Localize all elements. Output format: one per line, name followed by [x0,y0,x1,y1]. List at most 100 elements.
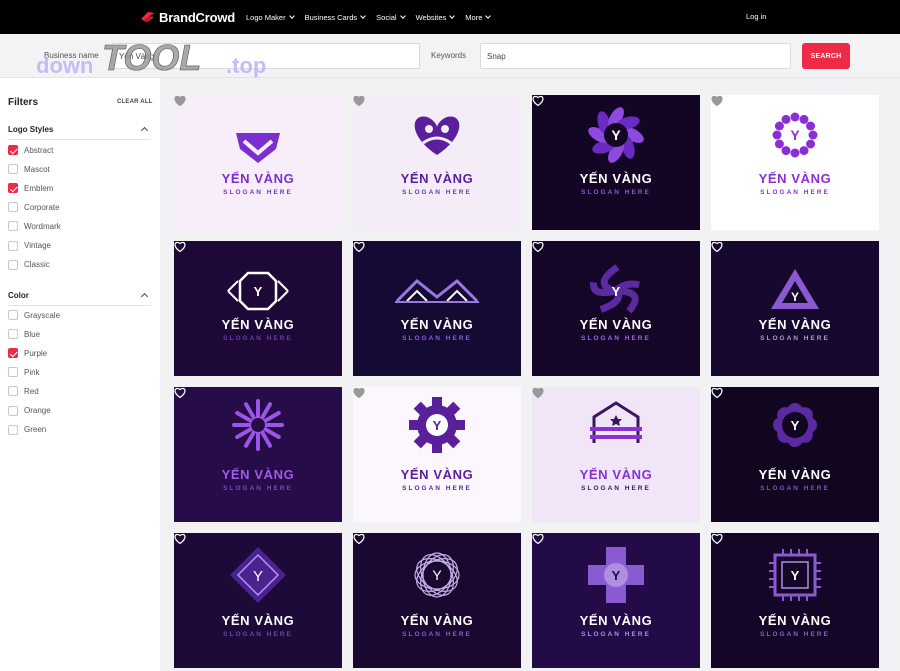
checkbox[interactable] [8,164,18,175]
favorite-heart-icon[interactable] [711,241,723,252]
logo-card[interactable]: YẾN VÀNG SLOGAN HERE [353,95,521,230]
logo-card[interactable]: Y YẾN VÀNG SLOGAN HERE [532,95,700,230]
checkbox[interactable] [8,310,18,320]
checkbox[interactable] [8,240,18,251]
logo-card[interactable]: Y YẾN VÀNG SLOGAN HERE [174,533,342,668]
chevron-up-icon[interactable] [140,126,149,135]
logo-card[interactable]: Y YẾN VÀNG SLOGAN HERE [711,533,879,668]
checkbox-checked[interactable] [8,183,18,194]
filter-option[interactable]: Vintage [8,240,51,252]
rooftops-icon [395,278,479,303]
logo-card[interactable]: YẾN VÀNG SLOGAN HERE [174,95,342,230]
filter-option[interactable]: Corporate [8,201,60,213]
logo-card[interactable]: Y YẾN VÀNG SLOGAN HERE [174,241,342,376]
checkbox[interactable] [8,202,18,213]
favorite-heart-icon[interactable] [532,533,544,544]
nav-social[interactable]: Social [376,13,406,22]
logo-card[interactable]: YẾN VÀNG SLOGAN HERE [532,387,700,522]
logo-card[interactable]: YẾN VÀNG SLOGAN HERE [353,241,521,376]
favorite-heart-icon[interactable] [532,241,544,252]
filter-option[interactable]: Classic [8,259,50,271]
logo-card[interactable]: Y YẾN VÀNG SLOGAN HERE [711,241,879,376]
logo-card[interactable]: Y YẾN VÀNG SLOGAN HERE [711,387,879,522]
login-link[interactable]: Log in [746,12,766,21]
chevron-down-icon [288,13,295,19]
brand-logo[interactable]: BrandCrowd [140,7,235,27]
flower-badge-icon: Y [773,403,817,447]
logo-brand-name: YẾN VÀNG [221,317,295,332]
favorite-heart-icon[interactable] [174,95,186,106]
filter-option[interactable]: Purple [8,347,47,359]
favorite-heart-icon[interactable] [353,241,365,252]
logo-brand-name: YẾN VÀNG [400,317,474,332]
favorite-heart-icon[interactable] [711,95,723,106]
svg-text:Y: Y [254,284,263,299]
favorite-heart-icon[interactable] [711,387,723,398]
logo-card[interactable]: Y YẾN VÀNG SLOGAN HERE [532,241,700,376]
filter-option-label: Red [24,386,39,396]
filter-option[interactable]: Emblem [8,182,53,194]
logo-brand-name: YẾN VÀNG [758,613,832,628]
favorite-heart-icon[interactable] [353,533,365,544]
logo-brand-name: YẾN VÀNG [758,317,832,332]
keywords-input[interactable]: Snap [480,43,791,69]
filter-option[interactable]: Orange [8,405,51,417]
favorite-heart-icon[interactable] [174,241,186,252]
filter-option[interactable]: Red [8,385,39,397]
color-title[interactable]: Color [8,291,29,300]
favorite-heart-icon[interactable] [174,533,186,544]
filter-option[interactable]: Abstract [8,144,53,156]
logo-preview [395,278,479,303]
logo-card[interactable]: YẾN VÀNG SLOGAN HERE [174,387,342,522]
logo-preview: Y [769,549,821,601]
favorite-heart-icon[interactable] [353,95,365,106]
filter-option[interactable]: Blue [8,328,40,340]
nav-logo-maker[interactable]: Logo Maker [246,13,295,22]
nav-label: Business Cards [304,12,358,22]
checkbox[interactable] [8,259,18,270]
favorite-heart-icon[interactable] [353,387,365,398]
logo-slogan: SLOGAN HERE [402,631,472,638]
logo-card[interactable]: Y YẾN VÀNG SLOGAN HERE [353,533,521,668]
logo-brand-name: YẾN VÀNG [579,317,653,332]
checkbox[interactable] [8,221,18,232]
filter-option[interactable]: Green [8,424,46,436]
checkbox-checked[interactable] [8,145,18,155]
logo-card[interactable]: Y YẾN VÀNG SLOGAN HERE [353,387,521,522]
logo-preview: Y [590,264,641,314]
checkbox[interactable] [8,405,18,416]
nav-websites[interactable]: Websites [416,13,456,22]
chevron-up-icon[interactable] [140,292,149,301]
filter-option[interactable]: Wordmark [8,220,61,232]
divider [8,305,151,306]
favorite-heart-icon[interactable] [711,533,723,544]
search-button[interactable]: SEARCH [802,43,850,69]
checkbox-checked[interactable] [8,348,18,359]
brandcrowd-logo-icon [141,12,155,22]
checkbox[interactable] [8,386,18,397]
favorite-heart-icon[interactable] [174,387,186,398]
filter-option-label: Green [24,425,47,435]
filter-option[interactable]: Pink [8,366,40,378]
svg-text:Y: Y [791,290,799,304]
logo-preview: Y [773,403,817,447]
logo-slogan: SLOGAN HERE [223,631,293,638]
nav-business-cards[interactable]: Business Cards [305,13,366,22]
nav-more[interactable]: More [465,13,492,22]
starburst-icon [232,399,284,451]
logo-card[interactable]: Y YẾN VÀNG SLOGAN HERE [711,95,879,230]
logo-preview: Y [771,269,819,309]
filter-option[interactable]: Grayscale [8,309,60,321]
top-navigation: BrandCrowd Logo Maker Business Cards Soc… [0,0,900,34]
checkbox[interactable] [8,367,18,378]
clear-all-button[interactable]: CLEAR ALL [117,99,153,105]
favorite-heart-icon[interactable] [532,95,544,106]
favorite-heart-icon[interactable] [532,387,544,398]
filter-option[interactable]: Mascot [8,163,50,175]
logo-card[interactable]: Y YẾN VÀNG SLOGAN HERE [532,533,700,668]
logo-preview: Y [409,397,465,453]
logo-slogan: SLOGAN HERE [760,485,830,492]
checkbox[interactable] [8,329,18,340]
checkbox[interactable] [8,424,18,435]
logo-styles-title[interactable]: Logo Styles [8,125,53,134]
